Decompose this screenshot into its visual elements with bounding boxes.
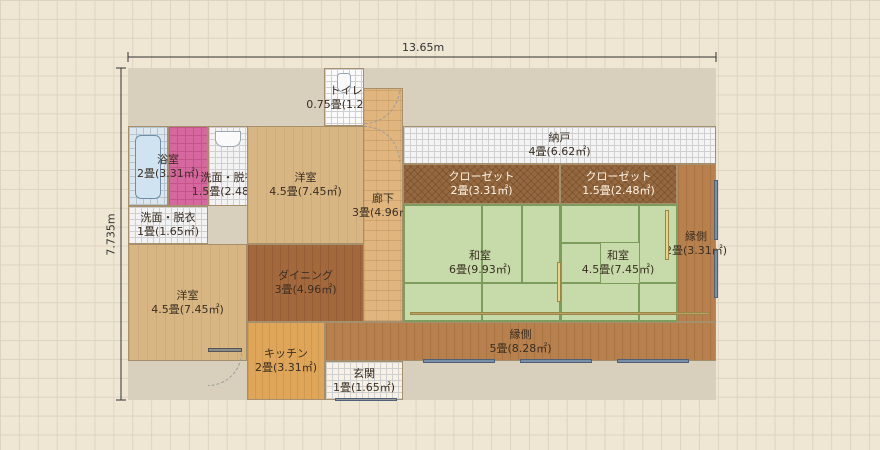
window-entrance[interactable] xyxy=(335,398,397,401)
tatami-mat xyxy=(561,283,639,321)
room-size: 4.5畳(7.45㎡) xyxy=(581,263,655,276)
room-name: 洗面・脱衣 xyxy=(140,211,196,224)
sink-fixture xyxy=(215,131,241,147)
room-dining[interactable]: ダイニング 3畳(4.96㎡) xyxy=(247,244,364,322)
room-name: 玄関 xyxy=(353,366,375,380)
room-name: 縁側 xyxy=(509,327,532,341)
sliding-door-japanese-veranda[interactable] xyxy=(410,312,710,315)
room-name: 洋室 xyxy=(176,288,199,302)
room-washroom-2[interactable]: 洗面・脱衣 1畳(1.65㎡) xyxy=(128,206,208,244)
room-name: 洋室 xyxy=(294,171,317,184)
room-kitchen[interactable]: キッチン 2畳(3.31㎡) xyxy=(247,322,325,400)
room-size: 5畳(8.28㎡) xyxy=(489,341,552,355)
room-western-1[interactable]: 洋室 4.5畳(7.45㎡) xyxy=(247,126,364,244)
room-size: 1畳(1.65㎡) xyxy=(332,380,396,394)
tatami-mat xyxy=(639,283,677,321)
room-size: 1.5畳(2.48㎡) xyxy=(582,184,655,197)
room-name: キッチン xyxy=(264,347,308,360)
room-closet-1[interactable]: クローゼット 2畳(3.31㎡) xyxy=(403,164,560,204)
room-closet-2[interactable]: クローゼット 1.5畳(2.48㎡) xyxy=(560,164,677,204)
room-entrance[interactable]: 玄関 1畳(1.65㎡) xyxy=(325,361,403,400)
sliding-door-japanese-2[interactable] xyxy=(665,210,669,260)
tatami-mat xyxy=(404,283,482,321)
sliding-door-japanese-1[interactable] xyxy=(557,262,561,302)
window-east-1[interactable] xyxy=(714,180,718,240)
tatami-mat xyxy=(482,283,560,321)
room-name: ダイニング xyxy=(278,269,333,282)
room-label-japanese-1: 和室 6畳(9.93㎡) xyxy=(430,249,530,277)
window-east-2[interactable] xyxy=(714,250,718,298)
height-dimension-label: 7.735m xyxy=(104,213,118,256)
room-name: 納戸 xyxy=(548,131,571,144)
tatami-mat xyxy=(561,205,639,243)
room-size: 4.5畳(7.45㎡) xyxy=(151,302,224,316)
sliding-door-dining[interactable] xyxy=(208,348,242,352)
room-label-veranda-side: 縁側 2畳(3.31㎡) xyxy=(646,230,746,258)
window-veranda-3[interactable] xyxy=(617,359,689,363)
room-size: 2畳(3.31㎡) xyxy=(664,244,728,257)
room-name: 浴室 xyxy=(157,153,179,166)
room-name: 縁側 xyxy=(685,230,707,243)
room-size: 4.5畳(7.45㎡) xyxy=(269,185,342,198)
room-name: 和室 xyxy=(469,249,491,262)
room-name: クローゼット xyxy=(585,170,652,183)
room-veranda[interactable]: 縁側 5畳(8.28㎡) xyxy=(325,322,716,361)
room-size: 2畳(3.31㎡) xyxy=(254,361,318,374)
room-western-2[interactable]: 洋室 4.5畳(7.45㎡) xyxy=(128,244,247,361)
room-name: クローゼット xyxy=(448,170,515,183)
room-storage[interactable]: 納戸 4畳(6.62㎡) xyxy=(403,126,716,164)
room-size: 4畳(6.62㎡) xyxy=(528,145,591,158)
room-size: 3畳(4.96㎡) xyxy=(274,283,337,296)
window-veranda-2[interactable] xyxy=(520,359,592,363)
width-dimension-label: 13.65m xyxy=(402,41,445,54)
window-veranda-1[interactable] xyxy=(423,359,495,363)
room-size: 2畳(3.31㎡) xyxy=(450,184,513,197)
room-size: 1畳(1.65㎡) xyxy=(136,225,200,238)
room-size: 6畳(9.93㎡) xyxy=(448,263,512,276)
